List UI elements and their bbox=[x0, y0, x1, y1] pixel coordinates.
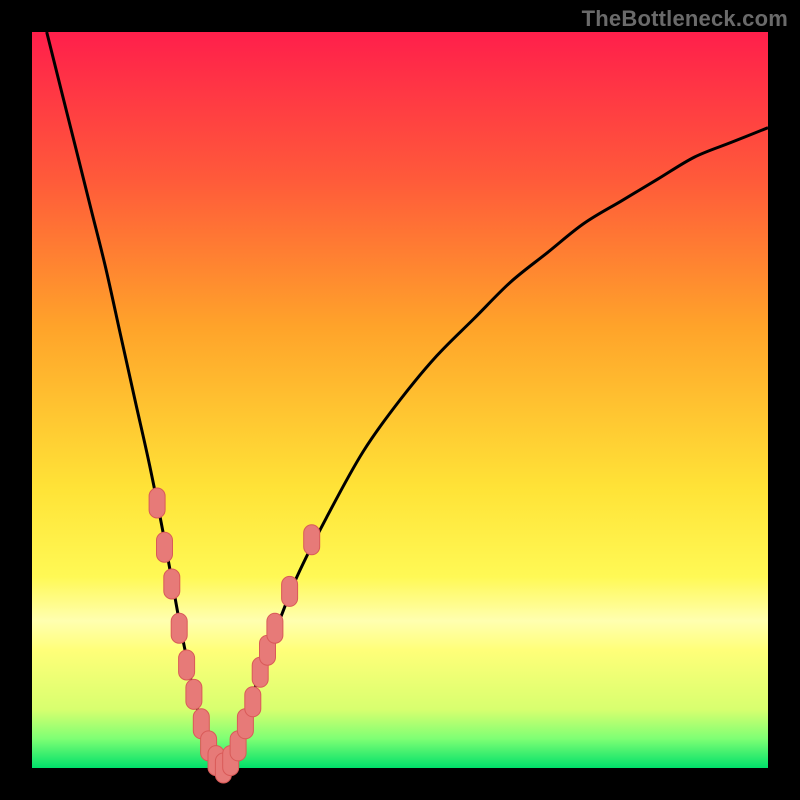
chart-frame: TheBottleneck.com bbox=[0, 0, 800, 800]
plot-area bbox=[32, 32, 768, 768]
curve-marker bbox=[164, 569, 180, 599]
curve-marker bbox=[179, 650, 195, 680]
curve-marker bbox=[304, 525, 320, 555]
curve-marker bbox=[282, 576, 298, 606]
chart-svg bbox=[32, 32, 768, 768]
curve-marker bbox=[149, 488, 165, 518]
curve-marker bbox=[186, 679, 202, 709]
marker-group bbox=[149, 488, 320, 783]
curve-marker bbox=[157, 532, 173, 562]
watermark-text: TheBottleneck.com bbox=[582, 6, 788, 32]
curve-marker bbox=[267, 613, 283, 643]
curve-marker bbox=[171, 613, 187, 643]
curve-marker bbox=[245, 687, 261, 717]
bottleneck-curve bbox=[47, 32, 768, 768]
